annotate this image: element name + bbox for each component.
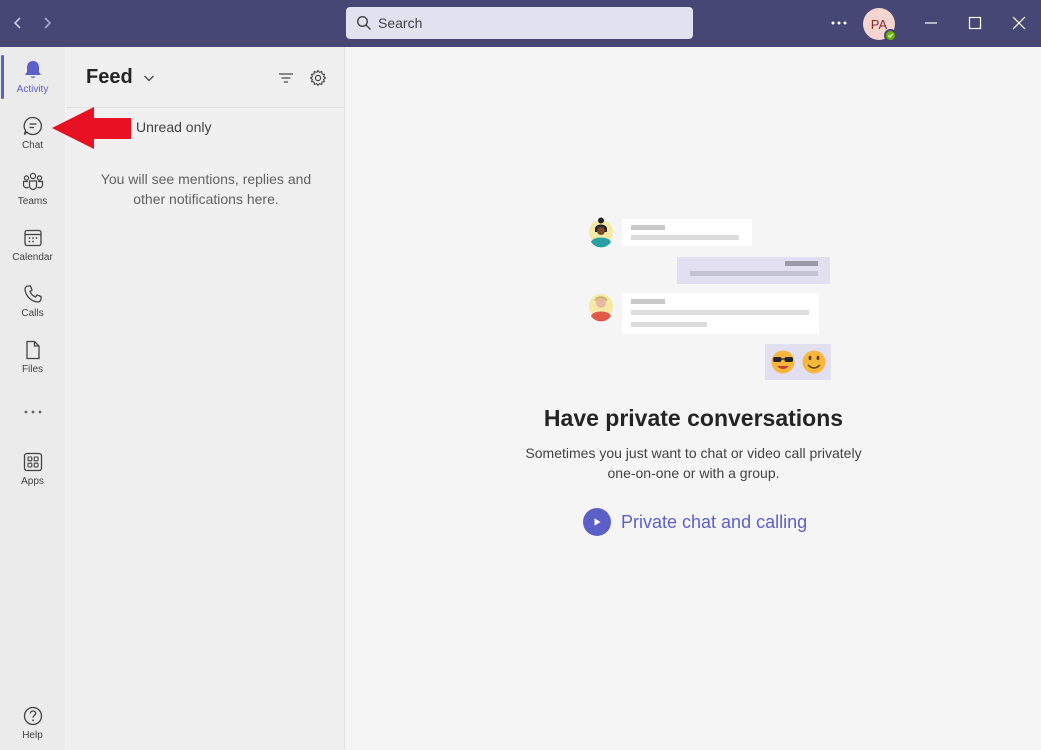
empty-feed-message: You will see mentions, replies and other… [100,171,312,207]
rail-item-files[interactable]: Files [0,331,65,383]
main-content: Have private conversations Sometimes you… [346,47,1041,750]
bell-icon [24,61,41,78]
page-description: Sometimes you just want to chat or video… [525,445,862,481]
red-arrow-icon [52,107,131,149]
private-chat-link-label: Private chat and calling [621,511,808,532]
phone-icon [23,285,42,303]
search-box[interactable] [346,7,693,39]
search-input[interactable] [378,15,678,31]
avatar-initials: PA [870,16,888,32]
back-arrow-icon[interactable] [7,12,29,34]
feed-title: Feed [86,66,133,88]
app-rail: Activity Chat Teams Calendar Calls Files… [0,47,65,750]
file-icon [25,340,40,360]
apps-grid-icon [23,452,42,472]
rail-label-apps: Apps [21,476,44,487]
feed-panel: Feed Unread only You will see mentions, … [66,47,345,750]
chat-bubble-icon [23,116,42,136]
rail-label-teams: Teams [17,196,48,207]
rail-item-activity[interactable]: Activity [0,51,65,103]
settings-gear-icon[interactable] [306,66,330,90]
rail-label-chat: Chat [21,140,44,151]
rail-label-calls: Calls [21,308,44,319]
rail-label-calendar: Calendar [12,252,53,263]
play-circle-icon [583,508,611,536]
avatar[interactable]: PA [863,8,897,42]
presence-available-icon [884,29,897,42]
chevron-down-icon [143,75,154,81]
rail-label-files: Files [21,364,44,375]
more-options-icon[interactable] [826,13,852,33]
minimize-icon[interactable] [909,8,953,38]
rail-label-help: Help [22,730,43,741]
title-bar: PA [0,0,1041,47]
rail-item-teams[interactable]: Teams [0,163,65,215]
unread-only-toggle[interactable]: Unread only [136,119,212,135]
rail-label-activity: Activity [16,84,49,95]
rail-item-help[interactable]: Help [0,697,65,749]
close-icon[interactable] [997,8,1041,38]
rail-item-calendar[interactable]: Calendar [0,219,65,271]
feed-dropdown[interactable]: Feed [86,66,155,89]
page-title: Have private conversations [543,405,844,431]
calendar-icon [23,229,42,247]
chat-illustration [589,217,831,380]
forward-arrow-icon[interactable] [36,12,58,34]
search-icon [356,15,371,30]
help-circle-icon [23,706,42,726]
private-chat-link[interactable]: Private chat and calling [583,508,807,536]
teams-icon [22,172,43,191]
feed-header: Feed [66,47,345,108]
rail-item-calls[interactable]: Calls [0,275,65,327]
more-horizontal-icon[interactable] [0,399,65,425]
maximize-icon[interactable] [953,8,997,38]
rail-item-apps[interactable]: Apps [0,443,65,495]
filter-icon[interactable] [274,66,298,90]
